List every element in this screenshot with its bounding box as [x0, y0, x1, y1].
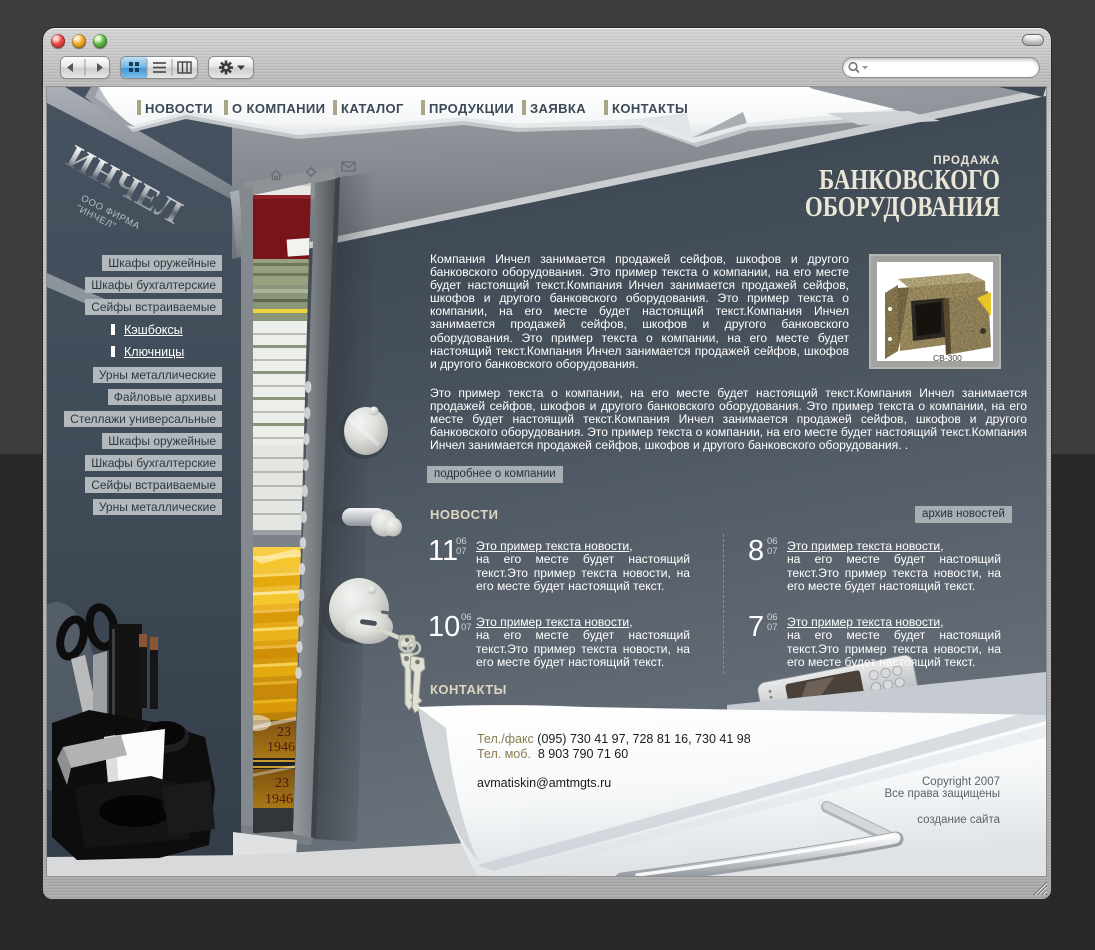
svg-text:23: 23: [277, 725, 291, 740]
svg-text:CB-300: CB-300: [933, 353, 962, 363]
svg-text:1946: 1946: [267, 740, 295, 755]
svg-text:23: 23: [275, 776, 289, 791]
svg-text:1946: 1946: [265, 792, 293, 807]
